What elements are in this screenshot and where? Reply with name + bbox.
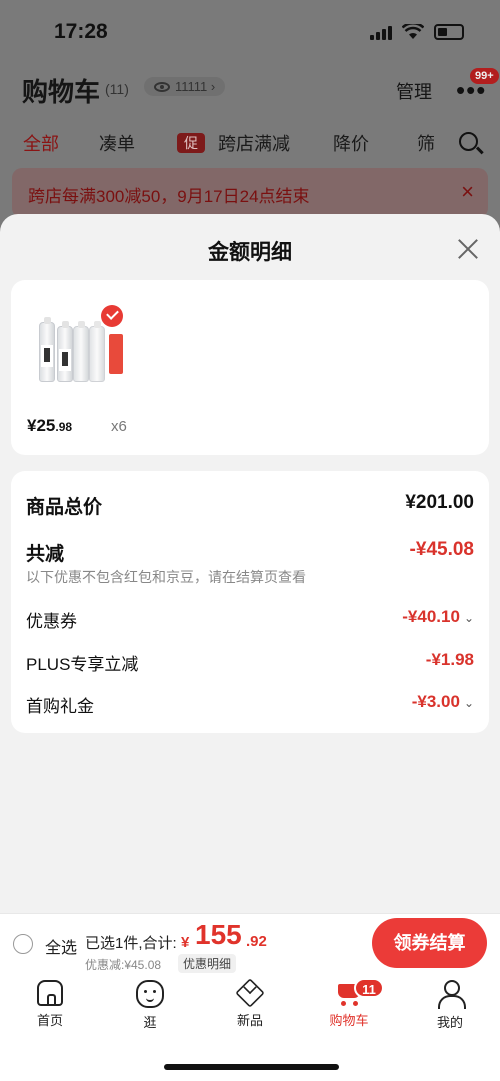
checkmark-icon[interactable] — [101, 305, 123, 327]
tabbar-item-home[interactable]: 首页 — [20, 980, 80, 1029]
tab-all[interactable]: 全部 — [23, 130, 59, 156]
discount-summary: 优惠减:¥45.08 — [85, 958, 162, 972]
tab-cross-store[interactable]: 跨店满减 — [218, 130, 290, 156]
browse-icon — [136, 980, 164, 1008]
total-decimal: .92 — [246, 933, 267, 950]
tabbar-item-browse[interactable]: 逛 — [120, 980, 180, 1031]
user-icon — [437, 980, 466, 1009]
checkout-bar: 全选 已选1件,合计: ¥ 155 .92 优惠减:¥45.08 优惠明细 领券… — [0, 913, 500, 974]
first-purchase-value: -¥3.00 ⌄ — [411, 692, 474, 711]
home-indicator — [164, 1064, 339, 1070]
eye-icon — [154, 81, 170, 92]
search-icon[interactable] — [459, 132, 478, 151]
product-qty: x6 — [111, 418, 127, 435]
cart-badge: 11 — [354, 978, 384, 998]
reduce-value: -¥45.08 — [409, 539, 474, 560]
tab-bundle[interactable]: 凑单 — [99, 130, 135, 156]
total-label: 商品总价 — [26, 497, 103, 518]
status-bar: 17:28 — [0, 0, 500, 66]
coupon-label: 优惠券 — [26, 612, 77, 631]
tabbar-label: 首页 — [36, 1013, 63, 1028]
battery-icon — [434, 24, 464, 40]
manage-button[interactable]: 管理 — [396, 78, 432, 104]
notice-text: 跨店每满300减50，9月17日24点结束 — [28, 187, 310, 206]
first-purchase-label: 首购礼金 — [26, 697, 94, 716]
new-products-icon — [235, 978, 265, 1008]
tab-price-drop[interactable]: 降价 — [333, 130, 369, 156]
tabbar-label: 逛 — [143, 1015, 157, 1030]
sheet-title: 金额明细 — [208, 241, 292, 264]
selected-summary: 已选1件,合计: — [85, 935, 177, 952]
plus-value: -¥1.98 — [425, 650, 474, 669]
price-detail-card: 商品总价 ¥201.00 共减 -¥45.08 以下优惠不包含红包和京豆，请在结… — [11, 471, 489, 733]
notice-close-icon[interactable]: × — [461, 179, 474, 205]
home-icon — [37, 980, 63, 1006]
tabbar-label: 购物车 — [329, 1013, 369, 1028]
tabbar-item-me[interactable]: 我的 — [420, 980, 480, 1031]
select-all-radio[interactable] — [13, 934, 33, 954]
close-icon[interactable] — [455, 236, 481, 262]
chevron-down-icon: ⌄ — [463, 611, 474, 625]
filter-tabs: 全部 凑单 跨店满减 降价 筛 — [0, 130, 500, 156]
promo-notice: 跨店每满300减50，9月17日24点结束 × — [12, 168, 488, 218]
cart-count: (11) — [105, 81, 129, 97]
promo-icon: 促 — [177, 133, 205, 153]
discount-detail-button[interactable]: 优惠明细 — [178, 954, 237, 973]
checkout-button[interactable]: 领券结算 — [372, 918, 487, 968]
browse-count: 11111 › — [175, 79, 216, 94]
total-value: ¥201.00 — [405, 492, 474, 513]
tab-filter[interactable]: 筛 — [417, 130, 435, 156]
message-badge: 99+ — [470, 68, 499, 84]
plus-label: PLUS专享立减 — [26, 655, 139, 674]
tabbar-item-new[interactable]: 新品 — [220, 978, 280, 1029]
product-card: ¥25.98 x6 — [11, 280, 489, 455]
browse-count-chip[interactable]: 11111 › — [144, 77, 226, 96]
product-price: ¥25.98 — [27, 416, 73, 435]
total-amount: 155 — [195, 919, 242, 950]
signal-icon — [370, 24, 392, 40]
total-currency: ¥ — [181, 934, 190, 951]
reduce-note: 以下优惠不包含红包和京豆，请在结算页查看 — [26, 569, 306, 585]
more-icon[interactable]: ••• — [456, 77, 486, 103]
page-title: 购物车 — [22, 77, 101, 107]
chevron-down-icon: ⌄ — [463, 696, 474, 710]
wifi-icon — [402, 24, 424, 39]
tabbar-label: 新品 — [236, 1013, 263, 1028]
status-time: 17:28 — [54, 20, 108, 43]
tabbar-label: 我的 — [436, 1015, 463, 1030]
amount-detail-sheet: 金额明细 ¥25.98 x6 商品总价 ¥201.00 共减 -¥45.08 以… — [0, 214, 500, 914]
reduce-label: 共减 — [26, 544, 65, 565]
select-all-label[interactable]: 全选 — [45, 934, 77, 958]
status-icons — [370, 24, 464, 40]
coupon-value: -¥40.10 ⌄ — [402, 607, 474, 626]
